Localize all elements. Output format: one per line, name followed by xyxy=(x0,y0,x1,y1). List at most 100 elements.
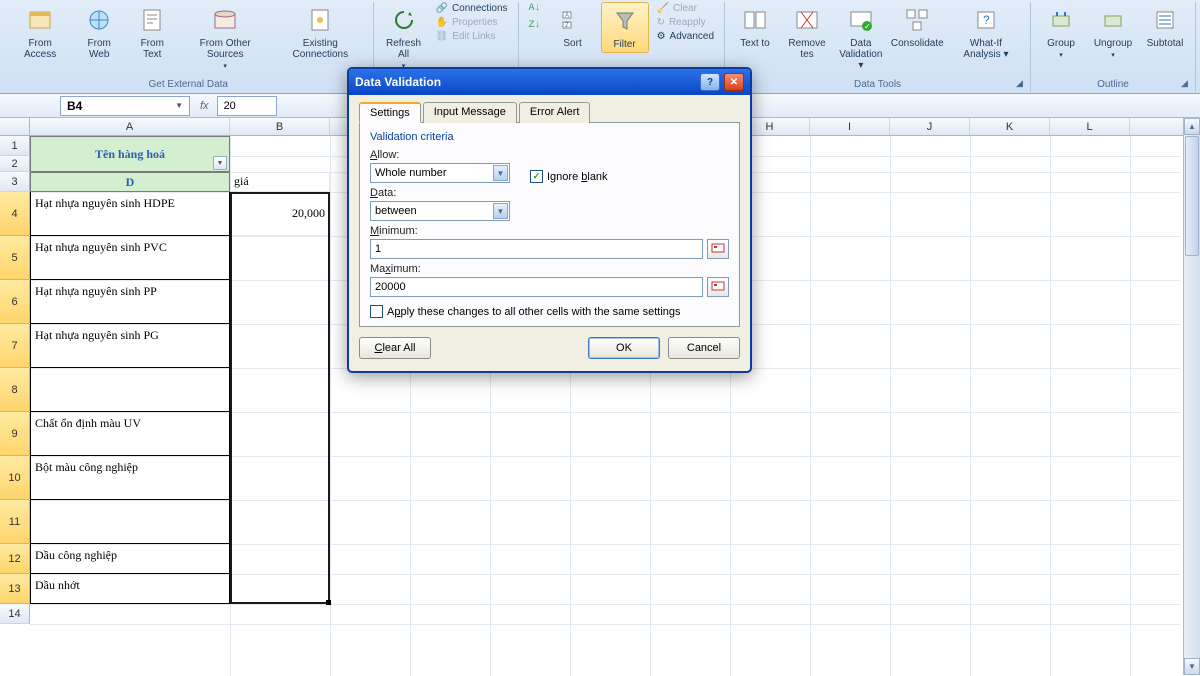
col-header-J[interactable]: J xyxy=(890,118,970,135)
sort-desc-button[interactable]: Z↓ xyxy=(525,19,545,32)
sort-button[interactable]: AZSort xyxy=(549,2,597,53)
cell-A12[interactable]: Dầu công nghiệp xyxy=(30,544,230,574)
row-header-4[interactable]: 4 xyxy=(0,192,30,236)
cell-A4[interactable]: Hạt nhựa nguyên sinh HDPE xyxy=(30,192,230,236)
dialog-launcher-icon[interactable]: ◢ xyxy=(1181,78,1193,90)
reapply-button[interactable]: ↻Reapply xyxy=(653,16,718,29)
cell-A3[interactable]: D xyxy=(30,172,230,192)
selection-range xyxy=(230,192,330,604)
edit-links-small-button[interactable]: ⛓Edit Links xyxy=(432,30,512,43)
from-access-button[interactable]: From Access xyxy=(10,2,70,72)
maximum-input[interactable]: 20000 xyxy=(370,277,703,297)
scroll-down-button[interactable]: ▼ xyxy=(1184,658,1200,675)
cell-A10[interactable]: Bột màu công nghiệp xyxy=(30,456,230,500)
row-header-11[interactable]: 11 xyxy=(0,500,30,544)
what-if-button[interactable]: ?What-If Analysis ▾ xyxy=(948,2,1024,73)
row-header-3[interactable]: 3 xyxy=(0,172,30,192)
scroll-thumb[interactable] xyxy=(1185,136,1199,256)
allow-label: Allow: xyxy=(370,149,510,161)
ok-button[interactable]: OK xyxy=(588,337,660,359)
row-header-13[interactable]: 13 xyxy=(0,574,30,604)
vertical-scrollbar[interactable]: ▲ ▼ xyxy=(1183,118,1200,675)
tab-error-alert[interactable]: Error Alert xyxy=(519,102,591,123)
col-header-A[interactable]: A xyxy=(30,118,230,135)
cell-B3[interactable]: giá xyxy=(230,172,330,192)
filter-button[interactable]: Filter xyxy=(601,2,649,53)
row-header-14[interactable]: 14 xyxy=(0,604,30,624)
col-header-K[interactable]: K xyxy=(970,118,1050,135)
whatif-icon: ? xyxy=(970,4,1002,36)
data-validation-button[interactable]: ✓DataValidation ▾ xyxy=(835,2,887,73)
refedit-collapse-button[interactable] xyxy=(707,277,729,297)
cell-A1[interactable]: Tên hàng hoá▼ xyxy=(30,136,230,172)
dialog-titlebar[interactable]: Data Validation ? ✕ xyxy=(349,69,750,95)
group-button[interactable]: Group▾ xyxy=(1037,2,1085,61)
ignore-blank-checkbox[interactable]: ✓ xyxy=(530,170,543,183)
select-all-corner[interactable] xyxy=(0,118,30,135)
cell-A8[interactable] xyxy=(30,368,230,412)
ungroup-icon xyxy=(1097,4,1129,36)
refedit-collapse-button[interactable] xyxy=(707,239,729,259)
data-validation-dialog: Data Validation ? ✕ Settings Input Messa… xyxy=(347,67,752,373)
name-box[interactable]: B4▼ xyxy=(60,96,190,116)
close-button[interactable]: ✕ xyxy=(724,73,744,91)
from-text-button[interactable]: From Text xyxy=(128,2,176,72)
from-other-sources-button[interactable]: From Other Sources▾ xyxy=(180,2,270,72)
cell-A6[interactable]: Hạt nhựa nguyên sinh PP xyxy=(30,280,230,324)
text-to-columns-button[interactable]: Text to xyxy=(731,2,779,73)
cell-A13[interactable]: Dầu nhớt xyxy=(30,574,230,604)
tab-settings[interactable]: Settings xyxy=(359,102,421,123)
help-button[interactable]: ? xyxy=(700,73,720,91)
cell-A9[interactable]: Chất ổn định màu UV xyxy=(30,412,230,456)
subtotal-button[interactable]: Subtotal xyxy=(1141,2,1189,61)
properties-small-button[interactable]: ✋Properties xyxy=(432,16,512,29)
clear-all-button[interactable]: Clear All xyxy=(359,337,431,359)
advanced-button[interactable]: ⚙Advanced xyxy=(653,30,718,43)
row-header-12[interactable]: 12 xyxy=(0,544,30,574)
connections-small-button[interactable]: 🔗Connections xyxy=(432,2,512,15)
chain-icon: ⛓ xyxy=(436,31,449,42)
data-combo[interactable]: between▼ xyxy=(370,201,510,221)
cell-A5[interactable]: Hạt nhựa nguyên sinh PVC xyxy=(30,236,230,280)
ungroup-button[interactable]: Ungroup▾ xyxy=(1089,2,1137,61)
reapply-icon: ↻ xyxy=(657,17,665,28)
clear-button[interactable]: 🧹Clear xyxy=(653,2,718,15)
svg-text:A: A xyxy=(565,13,569,19)
cell-A7[interactable]: Hạt nhựa nguyên sinh PG xyxy=(30,324,230,368)
sort-desc-icon: Z↓ xyxy=(529,20,541,31)
row-header-9[interactable]: 9 xyxy=(0,412,30,456)
minimum-input[interactable]: 1 xyxy=(370,239,703,259)
tab-input-message[interactable]: Input Message xyxy=(423,102,517,123)
ribbon-group-outline: Group▾ Ungroup▾ Subtotal Outline ◢ xyxy=(1031,2,1196,92)
cancel-button[interactable]: Cancel xyxy=(668,337,740,359)
refresh-all-button[interactable]: Refresh All▾ xyxy=(380,2,428,72)
col-header-L[interactable]: L xyxy=(1050,118,1130,135)
cell-B4[interactable]: 20,000 xyxy=(230,192,330,236)
sort-asc-button[interactable]: A↓ xyxy=(525,2,545,15)
row-header-2[interactable]: 2 xyxy=(0,156,30,172)
row-header-5[interactable]: 5 xyxy=(0,236,30,280)
row-header-10[interactable]: 10 xyxy=(0,456,30,500)
row-header-6[interactable]: 6 xyxy=(0,280,30,324)
sort-icon: AZ xyxy=(557,4,589,36)
text-columns-icon xyxy=(739,4,771,36)
row-header-7[interactable]: 7 xyxy=(0,324,30,368)
fx-icon[interactable]: fx xyxy=(200,100,209,112)
from-web-button[interactable]: From Web xyxy=(74,2,124,72)
allow-combo[interactable]: Whole number▼ xyxy=(370,163,510,183)
dialog-launcher-icon[interactable]: ◢ xyxy=(1016,78,1028,90)
existing-connections-button[interactable]: Existing Connections xyxy=(274,2,366,72)
filter-dropdown-icon[interactable]: ▼ xyxy=(213,156,227,170)
consolidate-button[interactable]: Consolidate xyxy=(891,2,944,73)
cell-A11[interactable] xyxy=(30,500,230,544)
row-header-1[interactable]: 1 xyxy=(0,136,30,156)
scroll-up-button[interactable]: ▲ xyxy=(1184,118,1200,135)
chevron-down-icon: ▼ xyxy=(493,165,508,181)
row-header-8[interactable]: 8 xyxy=(0,368,30,412)
col-header-B[interactable]: B xyxy=(230,118,330,135)
apply-changes-checkbox[interactable]: ✓ xyxy=(370,305,383,318)
remove-duplicates-button[interactable]: Removetes xyxy=(783,2,831,73)
link-icon: 🔗 xyxy=(436,3,448,14)
col-header-I[interactable]: I xyxy=(810,118,890,135)
formula-input[interactable]: 20 xyxy=(217,96,277,116)
